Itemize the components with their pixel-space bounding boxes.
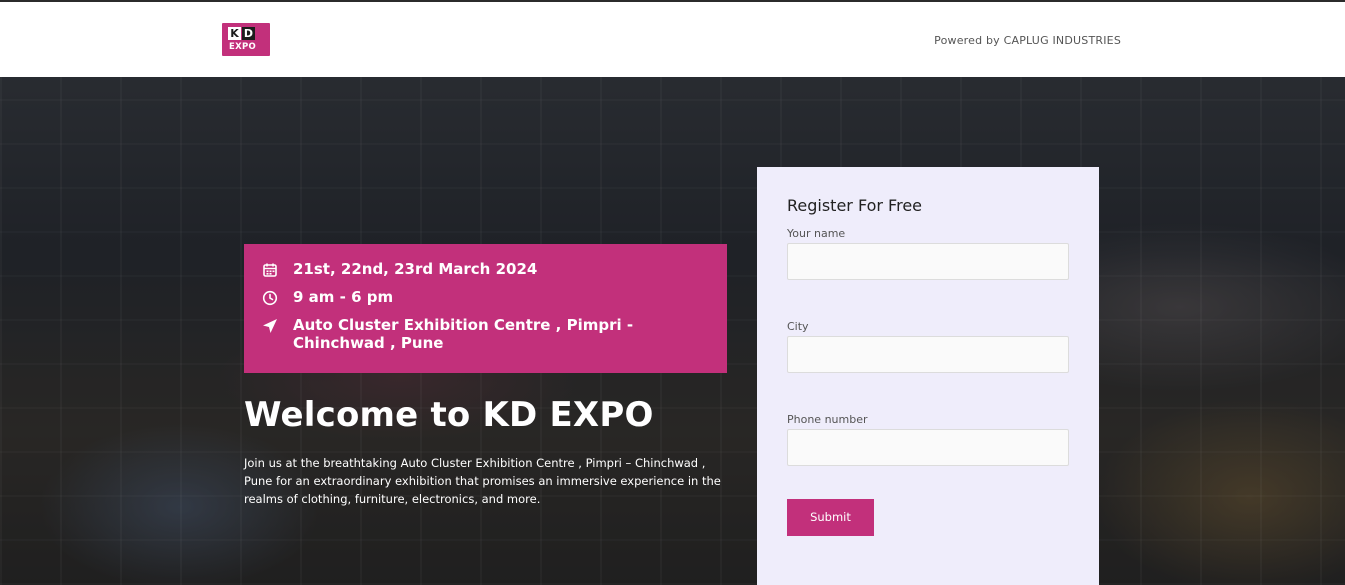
name-label: Your name	[787, 227, 846, 240]
name-input[interactable]	[787, 243, 1069, 280]
hero-section: 21st, 22nd, 23rd March 2024 9 am - 6 pm …	[0, 77, 1345, 585]
phone-field-group: Phone number	[787, 413, 1069, 466]
clock-icon	[262, 290, 278, 306]
event-location-row: Auto Cluster Exhibition Centre , Pimpri …	[262, 316, 709, 352]
calendar-icon	[262, 262, 278, 278]
city-input[interactable]	[787, 336, 1069, 373]
event-dates: 21st, 22nd, 23rd March 2024	[293, 260, 538, 278]
kd-expo-logo[interactable]: K D EXPO	[222, 23, 270, 56]
page-title: Welcome to KD EXPO	[244, 395, 654, 435]
city-field-group: City	[787, 320, 1069, 373]
logo-sub: EXPO	[229, 42, 257, 52]
event-dates-row: 21st, 22nd, 23rd March 2024	[262, 260, 709, 278]
powered-by-text: Powered by CAPLUG INDUSTRIES	[934, 34, 1121, 47]
name-field-group: Your name	[787, 227, 1069, 280]
form-title: Register For Free	[787, 196, 922, 215]
phone-input[interactable]	[787, 429, 1069, 466]
event-time: 9 am - 6 pm	[293, 288, 394, 306]
phone-label: Phone number	[787, 413, 868, 426]
city-label: City	[787, 320, 809, 333]
submit-button[interactable]: Submit	[787, 498, 874, 536]
event-info-box: 21st, 22nd, 23rd March 2024 9 am - 6 pm …	[244, 244, 727, 373]
location-arrow-icon	[262, 318, 278, 334]
hero-description: Join us at the breathtaking Auto Cluster…	[244, 456, 721, 506]
event-time-row: 9 am - 6 pm	[262, 288, 709, 306]
event-location: Auto Cluster Exhibition Centre , Pimpri …	[293, 316, 634, 352]
registration-form: Register For Free Your name City Phone n…	[757, 167, 1099, 585]
logo-letter-k: K	[228, 27, 241, 40]
site-header: K D EXPO Powered by CAPLUG INDUSTRIES	[0, 2, 1345, 77]
logo-letter-d: D	[242, 27, 255, 40]
